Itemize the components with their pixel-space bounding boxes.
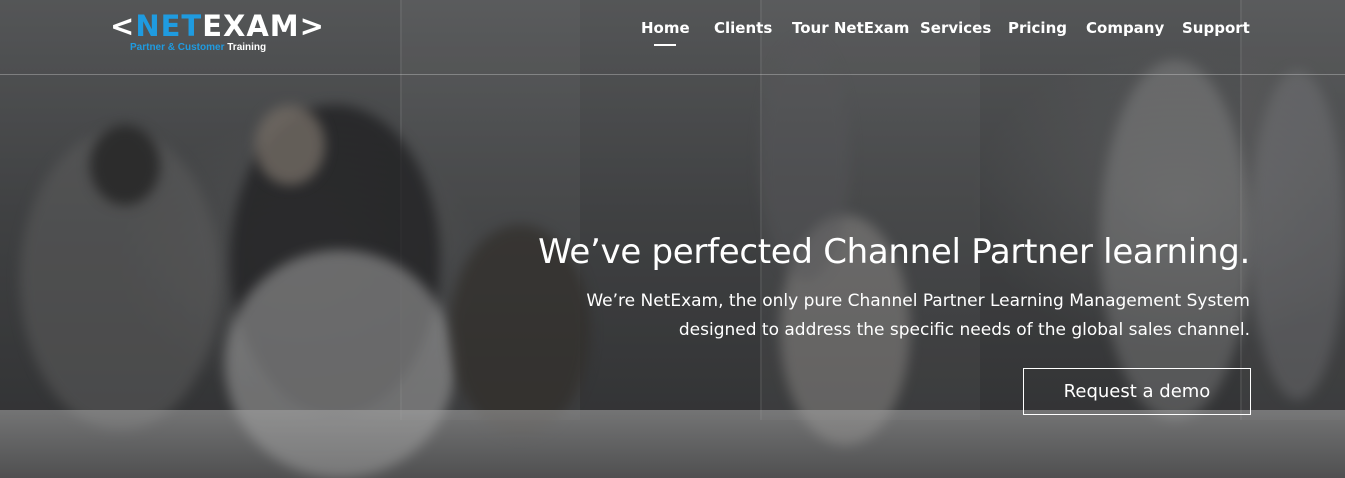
logo-bracket-right: > [299, 9, 325, 43]
logo-tagline-white: Training [227, 42, 267, 53]
nav-item-tour-netexam[interactable]: Tour NetExam [792, 19, 909, 37]
nav-item-clients[interactable]: Clients [714, 19, 772, 37]
nav-item-support[interactable]: Support [1182, 19, 1250, 37]
nav-item-services[interactable]: Services [920, 19, 991, 37]
hero-subheadline-line-1: We’re NetExam, the only pure Channel Par… [586, 291, 1250, 311]
logo-exam: EXAM [202, 9, 300, 43]
nav-item-company[interactable]: Company [1086, 19, 1164, 37]
logo-bracket-left: < [110, 9, 136, 43]
hero-subheadline: We’re NetExam, the only pure Channel Par… [586, 287, 1250, 345]
hero-section: <NETEXAM> Partner & Customer Training Ho… [0, 0, 1345, 478]
netexam-logo[interactable]: <NETEXAM> Partner & Customer Training [110, 9, 324, 58]
hero-subheadline-line-2: designed to address the specific needs o… [678, 320, 1250, 340]
nav-item-pricing[interactable]: Pricing [1008, 19, 1067, 37]
site-header: <NETEXAM> Partner & Customer Training Ho… [0, 0, 1345, 75]
logo-net: NET [135, 9, 203, 43]
logo-tagline-colored: Partner & Customer [130, 42, 225, 53]
request-demo-button[interactable]: Request a demo [1023, 368, 1251, 415]
hero-headline: We’ve perfected Channel Partner learning… [538, 232, 1250, 272]
nav-item-home[interactable]: Home [641, 19, 690, 37]
